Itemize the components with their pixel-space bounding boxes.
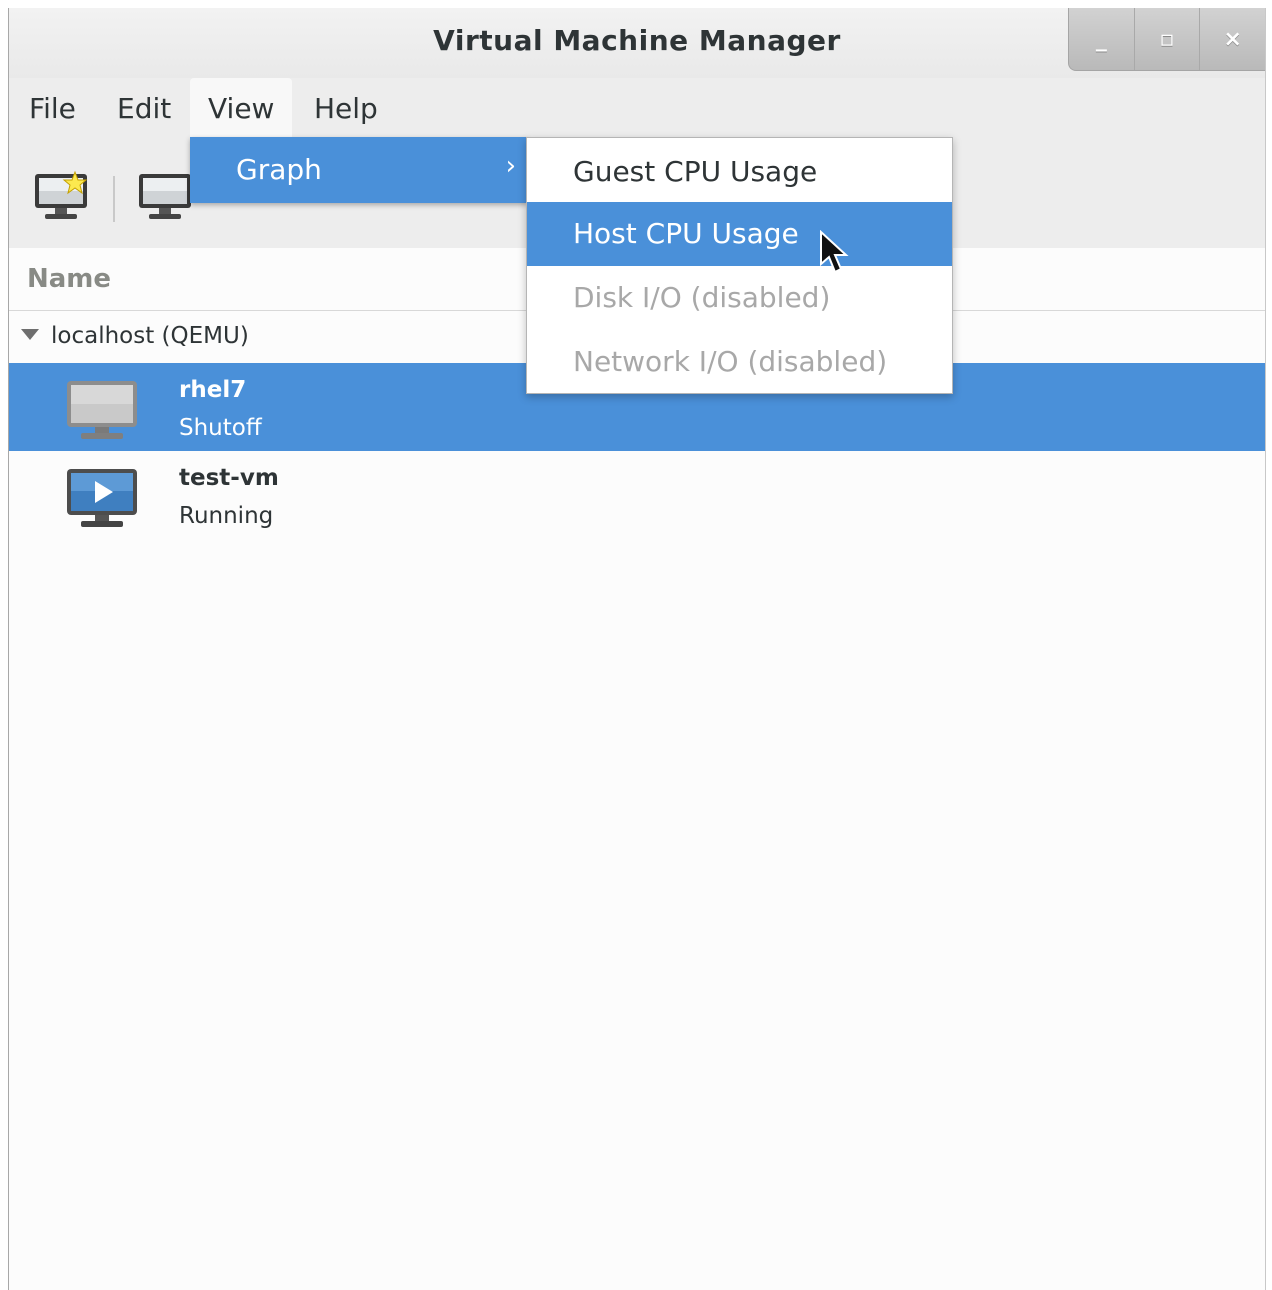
menu-item-label: Guest CPU Usage <box>573 155 818 188</box>
column-header-label: Name <box>27 264 112 294</box>
menu-file[interactable]: File <box>11 78 94 138</box>
toolbar-separator <box>113 176 115 222</box>
menu-help[interactable]: Help <box>296 78 396 138</box>
vm-status: Running <box>179 503 274 529</box>
connection-label: localhost (QEMU) <box>51 323 249 349</box>
menu-bar: File Edit View Help <box>9 78 1265 144</box>
menu-view[interactable]: View <box>190 78 293 138</box>
menu-edit[interactable]: Edit <box>99 78 189 138</box>
expander-arrow-icon[interactable] <box>21 329 39 340</box>
vm-name: rhel7 <box>179 377 247 403</box>
submenu-arrow-icon: › <box>505 151 516 181</box>
new-vm-icon[interactable] <box>33 170 91 226</box>
monitor-off-icon <box>65 379 141 447</box>
maximize-button[interactable]: ▫ <box>1133 8 1200 70</box>
menu-item-label: Network I/O (disabled) <box>573 345 888 378</box>
vm-name: test-vm <box>179 465 279 491</box>
menu-item-network-io: Network I/O (disabled) <box>527 330 952 394</box>
menu-item-host-cpu-usage[interactable]: Host CPU Usage <box>527 202 952 266</box>
menu-item-label: Disk I/O (disabled) <box>573 281 831 314</box>
monitor-running-icon <box>65 467 141 535</box>
minimize-button[interactable]: _ <box>1069 8 1134 70</box>
close-button[interactable]: × <box>1199 8 1265 70</box>
window-controls: _ ▫ × <box>1068 8 1265 71</box>
menu-item-disk-io: Disk I/O (disabled) <box>527 266 952 330</box>
vm-status: Shutoff <box>179 415 262 441</box>
graph-menu-label: Graph <box>236 153 322 186</box>
graph-submenu: Guest CPU Usage Host CPU Usage Disk I/O … <box>526 137 953 394</box>
menu-item-label: Host CPU Usage <box>573 217 799 250</box>
open-vm-icon[interactable] <box>137 170 195 226</box>
mouse-pointer-icon <box>819 229 849 280</box>
menu-item-guest-cpu-usage[interactable]: Guest CPU Usage <box>527 140 952 204</box>
vm-row-test-vm[interactable]: test-vm Running <box>9 451 1265 539</box>
title-bar[interactable]: Virtual Machine Manager _ ▫ × <box>9 8 1265 78</box>
view-menu-graph[interactable]: Graph › <box>190 137 528 203</box>
